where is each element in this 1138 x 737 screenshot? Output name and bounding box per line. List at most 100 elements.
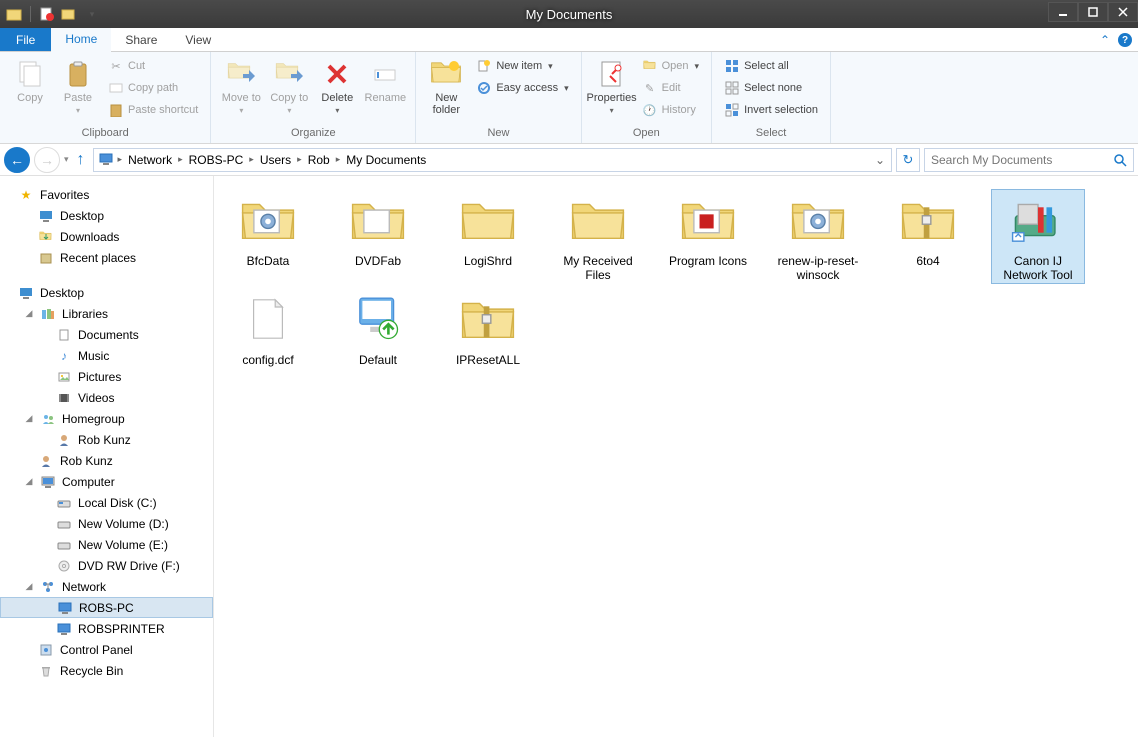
search-icon[interactable] <box>1113 153 1127 167</box>
properties-button[interactable]: Properties▾ <box>590 56 634 117</box>
clipboard-group-label: Clipboard <box>8 127 202 141</box>
titlebar: My Documents <box>0 0 1138 28</box>
file-item[interactable]: Canon IJ Network Tool <box>992 190 1084 283</box>
sidebar-network[interactable]: ◢Network <box>0 576 213 597</box>
file-label: LogiShrd <box>464 254 512 268</box>
qat-folder-icon[interactable] <box>6 6 22 22</box>
help-icon[interactable]: ? <box>1118 33 1132 47</box>
select-none-button[interactable]: Select none <box>720 78 822 98</box>
sidebar-item-localdisk-c[interactable]: Local Disk (C:) <box>0 492 213 513</box>
tab-share[interactable]: Share <box>111 28 171 51</box>
easy-access-button[interactable]: Easy access <box>472 78 572 98</box>
new-item-button[interactable]: New item <box>472 56 572 76</box>
sidebar-item-documents[interactable]: Documents <box>0 324 213 345</box>
sidebar-item-robspc[interactable]: ROBS-PC <box>0 597 213 618</box>
file-item[interactable]: DVDFab <box>332 190 424 283</box>
invert-selection-button[interactable]: Invert selection <box>720 100 822 120</box>
file-item[interactable]: Default <box>332 289 424 367</box>
sidebar-homegroup[interactable]: ◢Homegroup <box>0 408 213 429</box>
computer-icon <box>40 474 56 490</box>
refresh-button[interactable]: ↻ <box>896 148 920 172</box>
file-label: BfcData <box>247 254 290 268</box>
qat-newfolder-icon[interactable] <box>61 6 77 22</box>
minimize-button[interactable] <box>1048 2 1078 22</box>
select-all-button[interactable]: Select all <box>720 56 822 76</box>
sidebar-item-volume-d[interactable]: New Volume (D:) <box>0 513 213 534</box>
copy-button[interactable]: Copy <box>8 56 52 106</box>
copy-path-button[interactable]: Copy path <box>104 78 202 98</box>
new-folder-icon <box>430 58 462 90</box>
downloads-icon <box>38 229 54 245</box>
move-to-button[interactable]: Move to▾ <box>219 56 263 117</box>
file-item[interactable]: My Received Files <box>552 190 644 283</box>
sidebar-item-music[interactable]: ♪Music <box>0 345 213 366</box>
expand-icon[interactable]: ◢ <box>24 308 34 319</box>
breadcrumb-item[interactable]: Users <box>254 153 297 167</box>
file-item[interactable]: Program Icons <box>662 190 754 283</box>
maximize-button[interactable] <box>1078 2 1108 22</box>
breadcrumb-item[interactable]: ROBS-PC <box>183 153 250 167</box>
sidebar-item-recent[interactable]: Recent places <box>0 247 213 268</box>
ribbon-group-select: Select all Select none Invert selection … <box>712 52 831 143</box>
sidebar-item-pictures[interactable]: Pictures <box>0 366 213 387</box>
open-button[interactable]: Open <box>638 56 703 76</box>
paste-button[interactable]: Paste ▾ <box>56 56 100 117</box>
sidebar-item-robsprinter[interactable]: ROBSPRINTER <box>0 618 213 639</box>
sidebar-recycle-bin[interactable]: Recycle Bin <box>0 660 213 681</box>
sidebar-item-desktop[interactable]: Desktop <box>0 205 213 226</box>
file-item[interactable]: IPResetALL <box>442 289 534 367</box>
search-input[interactable] <box>931 153 1113 167</box>
content-pane[interactable]: BfcData DVDFab LogiShrd My Received Files Pr… <box>214 176 1138 737</box>
cut-button[interactable]: ✂Cut <box>104 56 202 76</box>
tab-file[interactable]: File <box>0 28 51 51</box>
tab-view[interactable]: View <box>171 28 225 51</box>
search-box[interactable] <box>924 148 1134 172</box>
expand-icon[interactable]: ◢ <box>24 581 34 592</box>
breadcrumb-dropdown-icon[interactable]: ⌄ <box>875 153 889 167</box>
qat-dropdown-icon[interactable] <box>83 6 99 22</box>
file-label: Program Icons <box>669 254 747 268</box>
file-item[interactable]: 6to4 <box>882 190 974 283</box>
ribbon-collapse-icon[interactable]: ⌃ <box>1100 33 1110 47</box>
breadcrumb-item[interactable]: Rob <box>302 153 336 167</box>
delete-button[interactable]: Delete▾ <box>315 56 359 117</box>
new-folder-button[interactable]: New folder <box>424 56 468 118</box>
breadcrumb[interactable]: ▸ Network ▸ ROBS-PC ▸ Users ▸ Rob ▸ My D… <box>93 148 892 172</box>
navbar: ← → ▾ ↑ ▸ Network ▸ ROBS-PC ▸ Users ▸ Ro… <box>0 144 1138 176</box>
tab-home[interactable]: Home <box>51 28 111 52</box>
sidebar-item-downloads[interactable]: Downloads <box>0 226 213 247</box>
file-item[interactable]: renew-ip-reset-winsock <box>772 190 864 283</box>
file-item[interactable]: BfcData <box>222 190 314 283</box>
up-button[interactable]: ↑ <box>73 151 89 169</box>
organize-group-label: Organize <box>219 127 407 141</box>
paste-shortcut-button[interactable]: Paste shortcut <box>104 100 202 120</box>
edit-button[interactable]: ✎Edit <box>638 78 703 98</box>
qat-properties-icon[interactable] <box>39 6 55 22</box>
easy-access-icon <box>476 80 492 96</box>
expand-icon[interactable]: ◢ <box>24 476 34 487</box>
sidebar-control-panel[interactable]: Control Panel <box>0 639 213 660</box>
sidebar-robkunz[interactable]: Rob Kunz <box>0 450 213 471</box>
file-item[interactable]: LogiShrd <box>442 190 534 283</box>
copy-to-button[interactable]: Copy to▾ <box>267 56 311 117</box>
forward-button[interactable]: → <box>34 147 60 173</box>
breadcrumb-item[interactable]: Network <box>122 153 178 167</box>
sidebar-item-robkunz[interactable]: Rob Kunz <box>0 429 213 450</box>
sidebar-desktop[interactable]: Desktop <box>0 282 213 303</box>
sidebar-item-volume-e[interactable]: New Volume (E:) <box>0 534 213 555</box>
paste-shortcut-icon <box>108 102 124 118</box>
close-button[interactable] <box>1108 2 1138 22</box>
expand-icon[interactable]: ◢ <box>24 413 34 424</box>
sidebar-item-dvd-f[interactable]: DVD RW Drive (F:) <box>0 555 213 576</box>
sidebar-computer[interactable]: ◢Computer <box>0 471 213 492</box>
file-item[interactable]: config.dcf <box>222 289 314 367</box>
history-button[interactable]: 🕐History <box>638 100 703 120</box>
sidebar-libraries[interactable]: ◢Libraries <box>0 303 213 324</box>
breadcrumb-item[interactable]: My Documents <box>340 153 432 167</box>
move-to-icon <box>225 58 257 90</box>
sidebar-favorites[interactable]: ★Favorites <box>0 184 213 205</box>
sidebar-item-videos[interactable]: Videos <box>0 387 213 408</box>
rename-button[interactable]: Rename <box>363 56 407 106</box>
recent-dropdown-icon[interactable]: ▾ <box>64 154 69 165</box>
back-button[interactable]: ← <box>4 147 30 173</box>
